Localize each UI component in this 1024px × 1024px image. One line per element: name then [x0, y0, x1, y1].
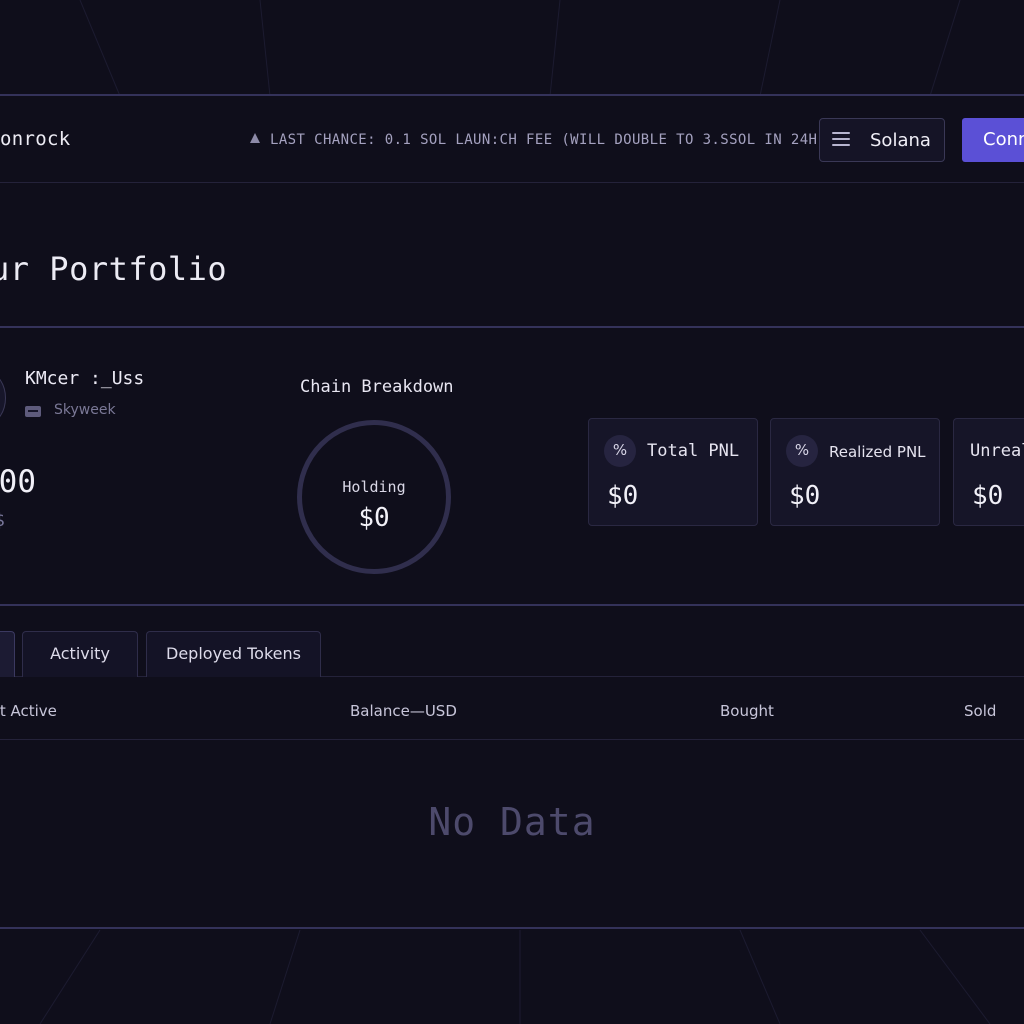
empty-state-text: No Data: [428, 800, 596, 844]
profile-bottom-border: [0, 604, 1024, 606]
username: KMcer :_Uss: [25, 368, 145, 389]
total-pnl-value: $0: [607, 481, 639, 511]
page-title: ur Portfolio: [0, 250, 228, 288]
tab-activity-label: Activity: [50, 644, 110, 663]
realized-pnl-card: % Realized PNL $0: [770, 418, 940, 526]
table-bottom-border: [0, 927, 1024, 929]
chain-breakdown-title: Chain Breakdown: [300, 377, 454, 397]
brand-logo-text[interactable]: onrock: [0, 128, 70, 150]
realized-pnl-value: $0: [789, 481, 821, 511]
menu-icon: [832, 132, 850, 148]
tab-deployed-tokens[interactable]: Deployed Tokens: [146, 631, 321, 677]
connect-button[interactable]: Connect: [962, 118, 1024, 162]
column-header-last-active[interactable]: st Active: [0, 702, 57, 720]
header-bottom-border: [0, 182, 1024, 183]
triangle-icon: [250, 133, 260, 143]
portfolio-balance: 000: [0, 464, 36, 500]
avatar: [0, 373, 6, 423]
column-header-bought[interactable]: Bought: [720, 702, 774, 720]
profile-top-border: [0, 326, 1024, 328]
tab-activity[interactable]: Activity: [22, 631, 138, 677]
column-header-balance-usd[interactable]: Balance—USD: [350, 702, 457, 720]
tab-deployed-tokens-label: Deployed Tokens: [166, 644, 301, 663]
column-header-sold[interactable]: Sold: [964, 702, 996, 720]
chain-select-label: Solana: [870, 130, 931, 151]
tab-holdings[interactable]: [0, 631, 15, 677]
chain-select[interactable]: Solana: [819, 118, 945, 162]
holding-value: $0: [358, 503, 390, 533]
percent-icon: %: [604, 435, 636, 467]
percent-icon: %: [786, 435, 818, 467]
total-pnl-title: Total PNL: [647, 441, 740, 461]
announcement-ticker: LAST CHANCE: 0.1 SOL LAUN:CH FEE (WILL D…: [250, 132, 817, 148]
realized-pnl-title: Realized PNL: [829, 443, 926, 461]
unrealized-pnl-value: $0: [972, 481, 1004, 511]
connect-button-label: Connect: [983, 129, 1024, 150]
chain-breakdown-donut: Holding $0: [297, 420, 451, 574]
ticker-text: LAST CHANCE: 0.1 SOL LAUN:CH FEE (WILL D…: [270, 132, 818, 148]
holding-label: Holding: [342, 478, 406, 496]
unrealized-pnl-card: Unrealized PNL $0: [953, 418, 1024, 526]
portfolio-balance-sub: $: [0, 510, 5, 531]
table-header-border: [0, 739, 1024, 740]
total-pnl-card: % Total PNL $0: [588, 418, 758, 526]
header-top-border: [0, 94, 1024, 96]
unrealized-pnl-title: Unrealized PNL: [970, 441, 1024, 461]
wallet-icon: [25, 406, 41, 417]
wallet-sub-label: Skyweek: [54, 402, 116, 418]
